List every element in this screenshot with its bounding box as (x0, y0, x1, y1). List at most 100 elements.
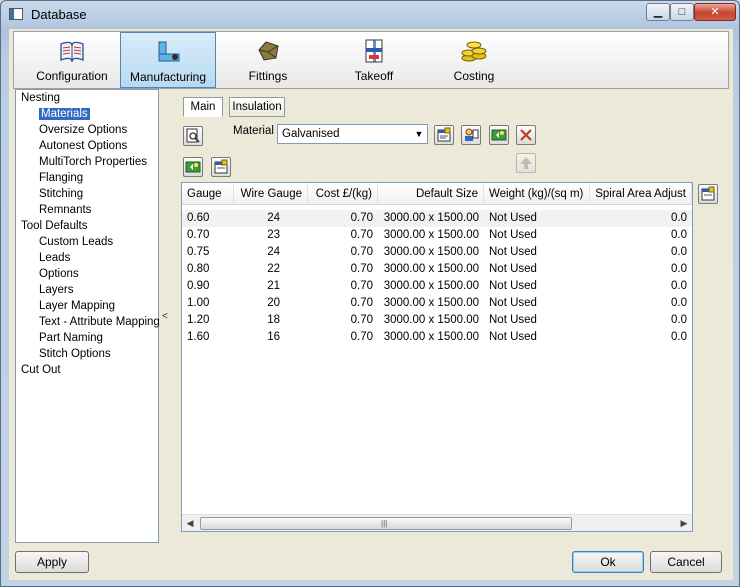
maximize-button[interactable]: □ (670, 3, 694, 21)
preview-button[interactable] (183, 126, 203, 146)
scroll-right-icon[interactable]: ▶ (676, 516, 692, 531)
tree-item-label: Tool Defaults (21, 220, 88, 232)
tool-manufacturing[interactable]: Manufacturing (120, 32, 216, 88)
material-select[interactable]: Galvanised ▼ (277, 124, 428, 144)
material-value: Galvanised (282, 128, 340, 140)
properties-button[interactable] (434, 125, 454, 145)
tool-label: Takeoff (354, 69, 394, 83)
tree-item-label: Remnants (39, 204, 92, 216)
tree-item-layer-mapping[interactable]: Layer Mapping (39, 300, 115, 312)
horizontal-scrollbar[interactable]: ◀ ||| ▶ (182, 514, 692, 531)
cell-cost: 0.70 (350, 212, 373, 224)
table-row[interactable]: 0.80 22 0.70 3000.00 x 1500.00 Not Used … (182, 261, 692, 278)
tab-main[interactable]: Main (183, 97, 223, 117)
table-row[interactable]: 0.60 24 0.70 3000.00 x 1500.00 Not Used … (182, 210, 692, 227)
cell-wire-gauge: 18 (267, 314, 280, 326)
scroll-left-icon[interactable]: ◀ (182, 516, 198, 531)
column-header-gauge[interactable]: Gauge (182, 183, 234, 205)
table-row[interactable]: 0.90 21 0.70 3000.00 x 1500.00 Not Used … (182, 278, 692, 295)
tree-item-flanging[interactable]: Flanging (39, 172, 83, 184)
cell-cost: 0.70 (350, 246, 373, 258)
minimize-button[interactable]: ▁ (646, 3, 670, 21)
gauge-properties-button[interactable] (211, 157, 231, 177)
table-row[interactable]: 0.75 24 0.70 3000.00 x 1500.00 Not Used … (182, 244, 692, 261)
table-row[interactable]: 1.20 18 0.70 3000.00 x 1500.00 Not Used … (182, 312, 692, 329)
tree-item-options[interactable]: Options (39, 268, 79, 280)
tool-configuration[interactable]: Configuration (24, 32, 120, 88)
cell-spiral-area-adjust: 0.0 (671, 280, 687, 292)
user-material-button[interactable] (461, 125, 481, 145)
tree-item-nesting[interactable]: Nesting (21, 92, 60, 104)
properties-icon (701, 186, 715, 201)
panel-splitter[interactable]: < (161, 89, 169, 543)
grip-icon: ||| (381, 519, 388, 528)
delete-material-button[interactable] (516, 125, 536, 145)
tool-label: Manufacturing (129, 70, 207, 84)
tree-item-custom-leads[interactable]: Custom Leads (39, 236, 113, 248)
properties-icon (214, 159, 228, 174)
scroll-thumb[interactable]: ||| (200, 517, 572, 530)
tree-item-label: Text - Attribute Mapping (39, 316, 160, 328)
cell-cost: 0.70 (350, 229, 373, 241)
column-header-weight[interactable]: Weight (kg)/(sq m) (484, 183, 590, 205)
tool-label: Fittings (248, 69, 288, 83)
fittings-icon (258, 41, 279, 61)
tree-item-layers[interactable]: Layers (39, 284, 74, 296)
close-button[interactable]: ✕ (694, 3, 736, 21)
cell-weight: Not Used (489, 280, 537, 292)
cell-wire-gauge: 20 (267, 297, 280, 309)
add-gauge-button[interactable] (183, 157, 203, 177)
title-bar[interactable]: Database ▁ □ ✕ (1, 1, 739, 29)
tree-item-multitorch-properties[interactable]: MultiTorch Properties (39, 156, 147, 168)
cell-gauge: 1.20 (187, 314, 210, 326)
database-window: Database ▁ □ ✕ Configuration Manufacturi… (0, 0, 740, 587)
takeoff-icon (365, 39, 383, 63)
tree-item-part-naming[interactable]: Part Naming (39, 332, 103, 344)
column-header-default-size[interactable]: Default Size (378, 183, 484, 205)
column-header-spiral-area-adjust[interactable]: Spiral Area Adjust (590, 183, 692, 205)
tree-item-label: Autonest Options (39, 140, 128, 152)
move-up-button[interactable] (516, 153, 536, 173)
tool-takeoff[interactable]: Takeoff (326, 32, 422, 88)
cell-spiral-area-adjust: 0.0 (671, 229, 687, 241)
add-material-button[interactable] (489, 125, 509, 145)
tab-insulation[interactable]: Insulation (229, 97, 285, 117)
table-row[interactable]: 0.70 23 0.70 3000.00 x 1500.00 Not Used … (182, 227, 692, 244)
tree-item-label: Leads (39, 252, 71, 264)
tree-item-label: Cut Out (21, 364, 61, 376)
materials-table[interactable]: Gauge Wire Gauge Cost £/(kg) Default Siz… (181, 182, 693, 532)
cell-spiral-area-adjust: 0.0 (671, 297, 687, 309)
cell-spiral-area-adjust: 0.0 (671, 314, 687, 326)
table-row[interactable]: 1.60 16 0.70 3000.00 x 1500.00 Not Used … (182, 329, 692, 346)
tree-item-cut-out[interactable]: Cut Out (21, 364, 61, 376)
tree-item-text-attribute-mapping[interactable]: Text - Attribute Mapping (39, 316, 160, 328)
tree-item-oversize-options[interactable]: Oversize Options (39, 124, 127, 136)
column-header-cost[interactable]: Cost £/(kg) (308, 183, 378, 205)
tree-item-label: Part Naming (39, 332, 103, 344)
cell-weight: Not Used (489, 212, 537, 224)
tree-item-leads[interactable]: Leads (39, 252, 70, 264)
ok-button[interactable]: Ok (572, 551, 644, 573)
chevron-down-icon[interactable]: ▼ (411, 125, 427, 143)
tree-item-stitch-options[interactable]: Stitch Options (39, 348, 111, 360)
tree-item-tool-defaults[interactable]: Tool Defaults (21, 220, 87, 232)
cancel-button[interactable]: Cancel (650, 551, 722, 573)
add-sheet-icon (185, 161, 201, 173)
collapse-arrow-icon[interactable]: < (162, 311, 168, 322)
tree-item-label: Stitching (39, 188, 84, 200)
column-header-wire-gauge[interactable]: Wire Gauge (234, 183, 308, 205)
tree-item-autonest-options[interactable]: Autonest Options (39, 140, 127, 152)
tree-item-stitching[interactable]: Stitching (39, 188, 83, 200)
tool-fittings[interactable]: Fittings (220, 32, 316, 88)
table-row[interactable]: 1.00 20 0.70 3000.00 x 1500.00 Not Used … (182, 295, 692, 312)
cell-weight: Not Used (489, 229, 537, 241)
apply-button[interactable]: Apply (15, 551, 89, 573)
tool-costing[interactable]: Costing (426, 32, 522, 88)
cell-wire-gauge: 24 (267, 212, 280, 224)
cell-default-size: 3000.00 x 1500.00 (383, 314, 479, 326)
cell-wire-gauge: 22 (267, 263, 280, 275)
settings-tree[interactable]: Nesting Materials Oversize Options Auton… (15, 89, 160, 543)
tree-item-remnants[interactable]: Remnants (39, 204, 91, 216)
tree-item-materials[interactable]: Materials (39, 108, 90, 120)
table-properties-button[interactable] (698, 184, 718, 204)
